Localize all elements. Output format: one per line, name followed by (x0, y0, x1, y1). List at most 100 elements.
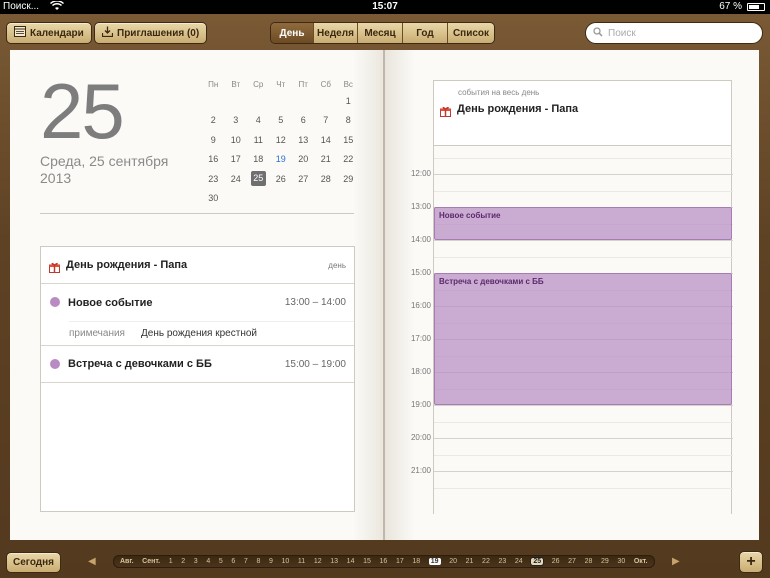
tab-day[interactable]: День (271, 23, 314, 43)
date-strip-item[interactable]: 25 (530, 557, 545, 566)
mini-calendar-day[interactable]: 13 (292, 135, 315, 145)
mini-calendar-day[interactable]: 4 (247, 115, 270, 125)
next-arrow-icon[interactable]: ▶ (672, 556, 680, 567)
mini-calendar-day[interactable]: 11 (247, 135, 270, 145)
date-strip-item[interactable]: 8 (256, 558, 260, 565)
mini-calendar-day[interactable]: 6 (292, 115, 315, 125)
add-event-button[interactable]: + (739, 551, 763, 573)
tab-year[interactable]: Год (403, 23, 448, 43)
mini-calendar-day[interactable]: 1 (337, 96, 360, 106)
date-strip-item[interactable]: 10 (282, 558, 290, 565)
weekday-label: Чт (276, 79, 286, 89)
tab-month[interactable]: Месяц (358, 23, 403, 43)
date-strip-item[interactable]: 11 (298, 558, 305, 565)
half-hour-line (434, 190, 733, 192)
mini-calendar-day[interactable]: 22 (337, 154, 360, 164)
date-strip-item[interactable]: 19 (428, 558, 441, 565)
invitations-button[interactable]: Приглашения (0) (94, 22, 208, 44)
mini-calendar-day[interactable]: 10 (225, 135, 248, 145)
tab-week[interactable]: Неделя (314, 23, 358, 43)
mini-calendar-day[interactable]: 30 (202, 193, 225, 203)
battery-percent: 67 % (719, 1, 742, 12)
date-strip-item[interactable]: 1 (169, 558, 173, 565)
tab-list[interactable]: Список (448, 23, 494, 43)
date-strip-item[interactable]: 14 (347, 558, 355, 565)
date-strip-item[interactable]: 3 (194, 558, 198, 565)
date-strip-item[interactable]: 2 (181, 558, 185, 565)
search-placeholder: Поиск (608, 27, 636, 39)
date-strip-item[interactable]: 24 (515, 558, 523, 565)
mini-calendar-day[interactable]: 7 (315, 115, 338, 125)
clock: 15:07 (372, 1, 398, 12)
today-button[interactable]: Сегодня (6, 552, 62, 573)
date-strip-item[interactable]: 23 (498, 558, 506, 565)
mini-calendar-day[interactable]: 27 (292, 174, 315, 184)
date-strip-item[interactable]: 12 (314, 558, 322, 565)
mini-calendar-day[interactable]: 24 (225, 174, 248, 184)
event-row-birthday[interactable]: День рождения - Папа день (41, 247, 354, 284)
mini-calendar-day[interactable]: 15 (337, 135, 360, 145)
date-strip-item[interactable]: 26 (552, 558, 560, 565)
mini-calendar-day[interactable]: 17 (225, 154, 248, 164)
date-strip-item[interactable]: 17 (396, 558, 404, 565)
mini-calendar-day[interactable]: 9 (202, 135, 225, 145)
date-strip-item[interactable]: 4 (206, 558, 210, 565)
mini-calendar-day[interactable]: 25 (247, 171, 270, 187)
mini-calendar-day[interactable]: 5 (270, 115, 293, 125)
mini-calendar-day[interactable]: 12 (270, 135, 293, 145)
mini-calendar-day[interactable]: 23 (202, 174, 225, 184)
invitations-label: Приглашения (0) (117, 27, 200, 39)
mini-calendar-day[interactable]: 19 (270, 154, 293, 164)
mini-calendar-day[interactable]: 3 (225, 115, 248, 125)
date-strip-item[interactable]: 27 (568, 558, 576, 565)
event-row-meeting[interactable]: Встреча с девочками с ББ 15:00 – 19:00 (41, 346, 354, 383)
hour-label: 15:00 (410, 268, 431, 277)
date-strip-item[interactable]: 30 (617, 558, 625, 565)
timeline-event-block[interactable]: Встреча с девочками с ББ (434, 273, 732, 405)
date-strip-item[interactable]: Авг. (120, 558, 134, 565)
weekday-label: Пт (298, 79, 308, 89)
mini-calendar-day[interactable]: 21 (315, 154, 338, 164)
mini-calendar-week: 16 17 18 19 20 21 22 (202, 150, 362, 170)
calendars-button[interactable]: Календари (6, 22, 92, 44)
date-strip-item[interactable]: 7 (244, 558, 248, 565)
mini-calendar-day[interactable]: 16 (202, 154, 225, 164)
date-strip-item[interactable]: 28 (585, 558, 593, 565)
mini-calendar-day[interactable]: 26 (270, 174, 293, 184)
mini-calendar-day[interactable]: 20 (292, 154, 315, 164)
date-strip-item[interactable]: 29 (601, 558, 609, 565)
date-strip-item[interactable]: 9 (269, 558, 273, 565)
selected-day[interactable]: 25 (250, 171, 266, 187)
date-strip-item[interactable]: 15 (363, 558, 371, 565)
mini-calendar-day[interactable]: 14 (315, 135, 338, 145)
mini-calendar-day[interactable]: 8 (337, 115, 360, 125)
half-hour-line (434, 256, 733, 258)
date-strip-item[interactable]: 5 (219, 558, 223, 565)
date-strip-item[interactable]: 21 (466, 558, 474, 565)
mini-calendar-day[interactable]: 29 (337, 174, 360, 184)
half-hour-line (434, 421, 733, 423)
event-row-new[interactable]: Новое событие 13:00 – 14:00 примечания Д… (41, 284, 354, 346)
date-text: Среда, 25 сентября 2013 (40, 153, 169, 186)
date-strip-item[interactable]: Сент. (142, 558, 160, 565)
mini-calendar-day[interactable]: 18 (247, 154, 270, 164)
all-day-event[interactable]: День рождения - Папа (440, 103, 578, 117)
date-strip-item[interactable]: 18 (412, 558, 420, 565)
prev-arrow-icon[interactable]: ◀ (88, 556, 96, 567)
search-field[interactable]: Поиск (585, 22, 763, 44)
battery-icon (747, 3, 765, 11)
date-strip-item[interactable]: Окт. (634, 558, 648, 565)
date-strip-item[interactable]: 22 (482, 558, 490, 565)
mini-calendar-day[interactable]: 2 (202, 115, 225, 125)
date-strip-item[interactable]: 6 (231, 558, 235, 565)
mini-calendar-day[interactable]: 28 (315, 174, 338, 184)
date-strip-item[interactable]: 20 (449, 558, 457, 565)
date-strip-item[interactable]: 16 (380, 558, 388, 565)
event-notes: примечания День рождения крестной (69, 321, 354, 344)
date-strip[interactable]: Авг. Сент. 1 2 3 4 5 6 7 8 9 10 11 12 13 14 15 16 17 18 19 20… (113, 555, 655, 568)
toolbar: Календари Приглашения (0) День Неделя Ме… (0, 14, 770, 48)
right-page: события на весь день День рождения - Пап… (385, 50, 759, 540)
timeline-event-block[interactable]: Новое событие (434, 207, 732, 240)
date-strip-item[interactable]: 13 (330, 558, 338, 565)
mini-calendar-week: 1 (202, 91, 362, 111)
